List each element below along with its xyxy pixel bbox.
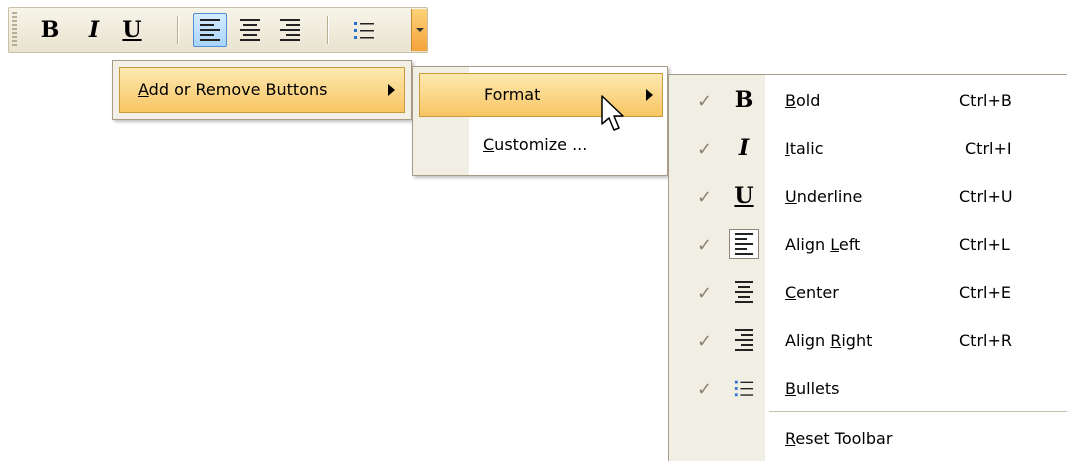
toolbar-options-menu: Add or Remove Buttons xyxy=(112,60,412,120)
shortcut-label: Ctrl+E xyxy=(959,283,1011,302)
checkmark-icon: ✓ xyxy=(697,379,713,400)
checkmark-icon: ✓ xyxy=(697,331,713,352)
italic-icon: I xyxy=(88,17,100,43)
menu-item-label: Center xyxy=(785,283,839,302)
menu-item-align-right[interactable]: ✓ Align Right Ctrl+R xyxy=(669,317,1067,365)
submenu-arrow-icon xyxy=(388,84,395,96)
menu-item-label: Align Right xyxy=(785,331,873,350)
menu-item-label: Bullets xyxy=(785,379,840,398)
align-left-icon xyxy=(200,19,220,41)
bold-button[interactable]: B xyxy=(33,13,67,47)
bullets-icon xyxy=(354,22,374,39)
underline-icon: U xyxy=(122,17,142,43)
submenu-arrow-icon xyxy=(646,89,653,101)
checkmark-icon: ✓ xyxy=(697,139,713,160)
menu-item-label: Italic xyxy=(785,139,824,158)
align-left-icon xyxy=(729,229,759,259)
menu-item-align-left[interactable]: ✓ Align Left Ctrl+L xyxy=(669,221,1067,269)
checkmark-icon: ✓ xyxy=(697,91,713,112)
menu-item-underline[interactable]: ✓ U Underline Ctrl+U xyxy=(669,173,1067,221)
menu-separator xyxy=(769,411,1067,412)
mouse-pointer-icon xyxy=(601,95,624,131)
menu-item-label: Underline xyxy=(785,187,863,206)
shortcut-label: Ctrl+B xyxy=(959,91,1012,110)
checkmark-icon: ✓ xyxy=(697,283,713,304)
italic-button[interactable]: I xyxy=(77,13,111,47)
shortcut-label: Ctrl+R xyxy=(959,331,1012,350)
chevron-down-icon xyxy=(415,28,424,32)
italic-icon: I xyxy=(738,135,750,161)
format-submenu: ✓ B Bold Ctrl+B ✓ I Italic Ctrl+I ✓ U Un… xyxy=(668,74,1067,461)
bold-icon: B xyxy=(734,87,754,113)
menu-item-bullets[interactable]: ✓ Bullets xyxy=(669,365,1067,413)
menu-item-center[interactable]: ✓ Center Ctrl+E xyxy=(669,269,1067,317)
align-center-icon xyxy=(729,277,759,307)
toolbar-options-dropdown[interactable] xyxy=(411,9,427,51)
menu-item-label: Customize ... xyxy=(483,135,588,154)
toolbar-separator xyxy=(327,16,329,44)
shortcut-label: Ctrl+I xyxy=(965,139,1012,158)
menu-item-italic[interactable]: ✓ I Italic Ctrl+I xyxy=(669,125,1067,173)
checkmark-icon: ✓ xyxy=(697,235,713,256)
toolbar-separator xyxy=(177,16,179,44)
menu-item-label: Bold xyxy=(785,91,821,110)
toolbar-grip-handle[interactable] xyxy=(12,12,17,48)
menu-item-bold[interactable]: ✓ B Bold Ctrl+B xyxy=(669,77,1067,125)
bold-icon: B xyxy=(40,17,60,43)
menu-item-label: Reset Toolbar xyxy=(785,429,893,448)
underline-button[interactable]: U xyxy=(115,13,149,47)
align-right-icon xyxy=(280,19,300,41)
menu-item-add-or-remove-buttons[interactable]: Add or Remove Buttons xyxy=(119,67,405,113)
align-center-icon xyxy=(240,19,260,41)
menu-item-label: Align Left xyxy=(785,235,861,254)
align-right-button[interactable] xyxy=(273,13,307,47)
menu-item-label: Format xyxy=(484,85,541,104)
bullets-button[interactable] xyxy=(347,13,381,47)
bullets-icon xyxy=(729,373,759,403)
formatting-toolbar: B I U xyxy=(8,7,428,53)
shortcut-label: Ctrl+U xyxy=(959,187,1013,206)
align-right-icon xyxy=(729,325,759,355)
center-button[interactable] xyxy=(233,13,267,47)
checkmark-icon: ✓ xyxy=(697,187,713,208)
menu-item-reset-toolbar[interactable]: Reset Toolbar xyxy=(669,415,1067,463)
align-left-button[interactable] xyxy=(193,13,227,47)
shortcut-label: Ctrl+L xyxy=(959,235,1010,254)
underline-icon: U xyxy=(734,183,754,209)
menu-item-label: Add or Remove Buttons xyxy=(138,80,328,99)
